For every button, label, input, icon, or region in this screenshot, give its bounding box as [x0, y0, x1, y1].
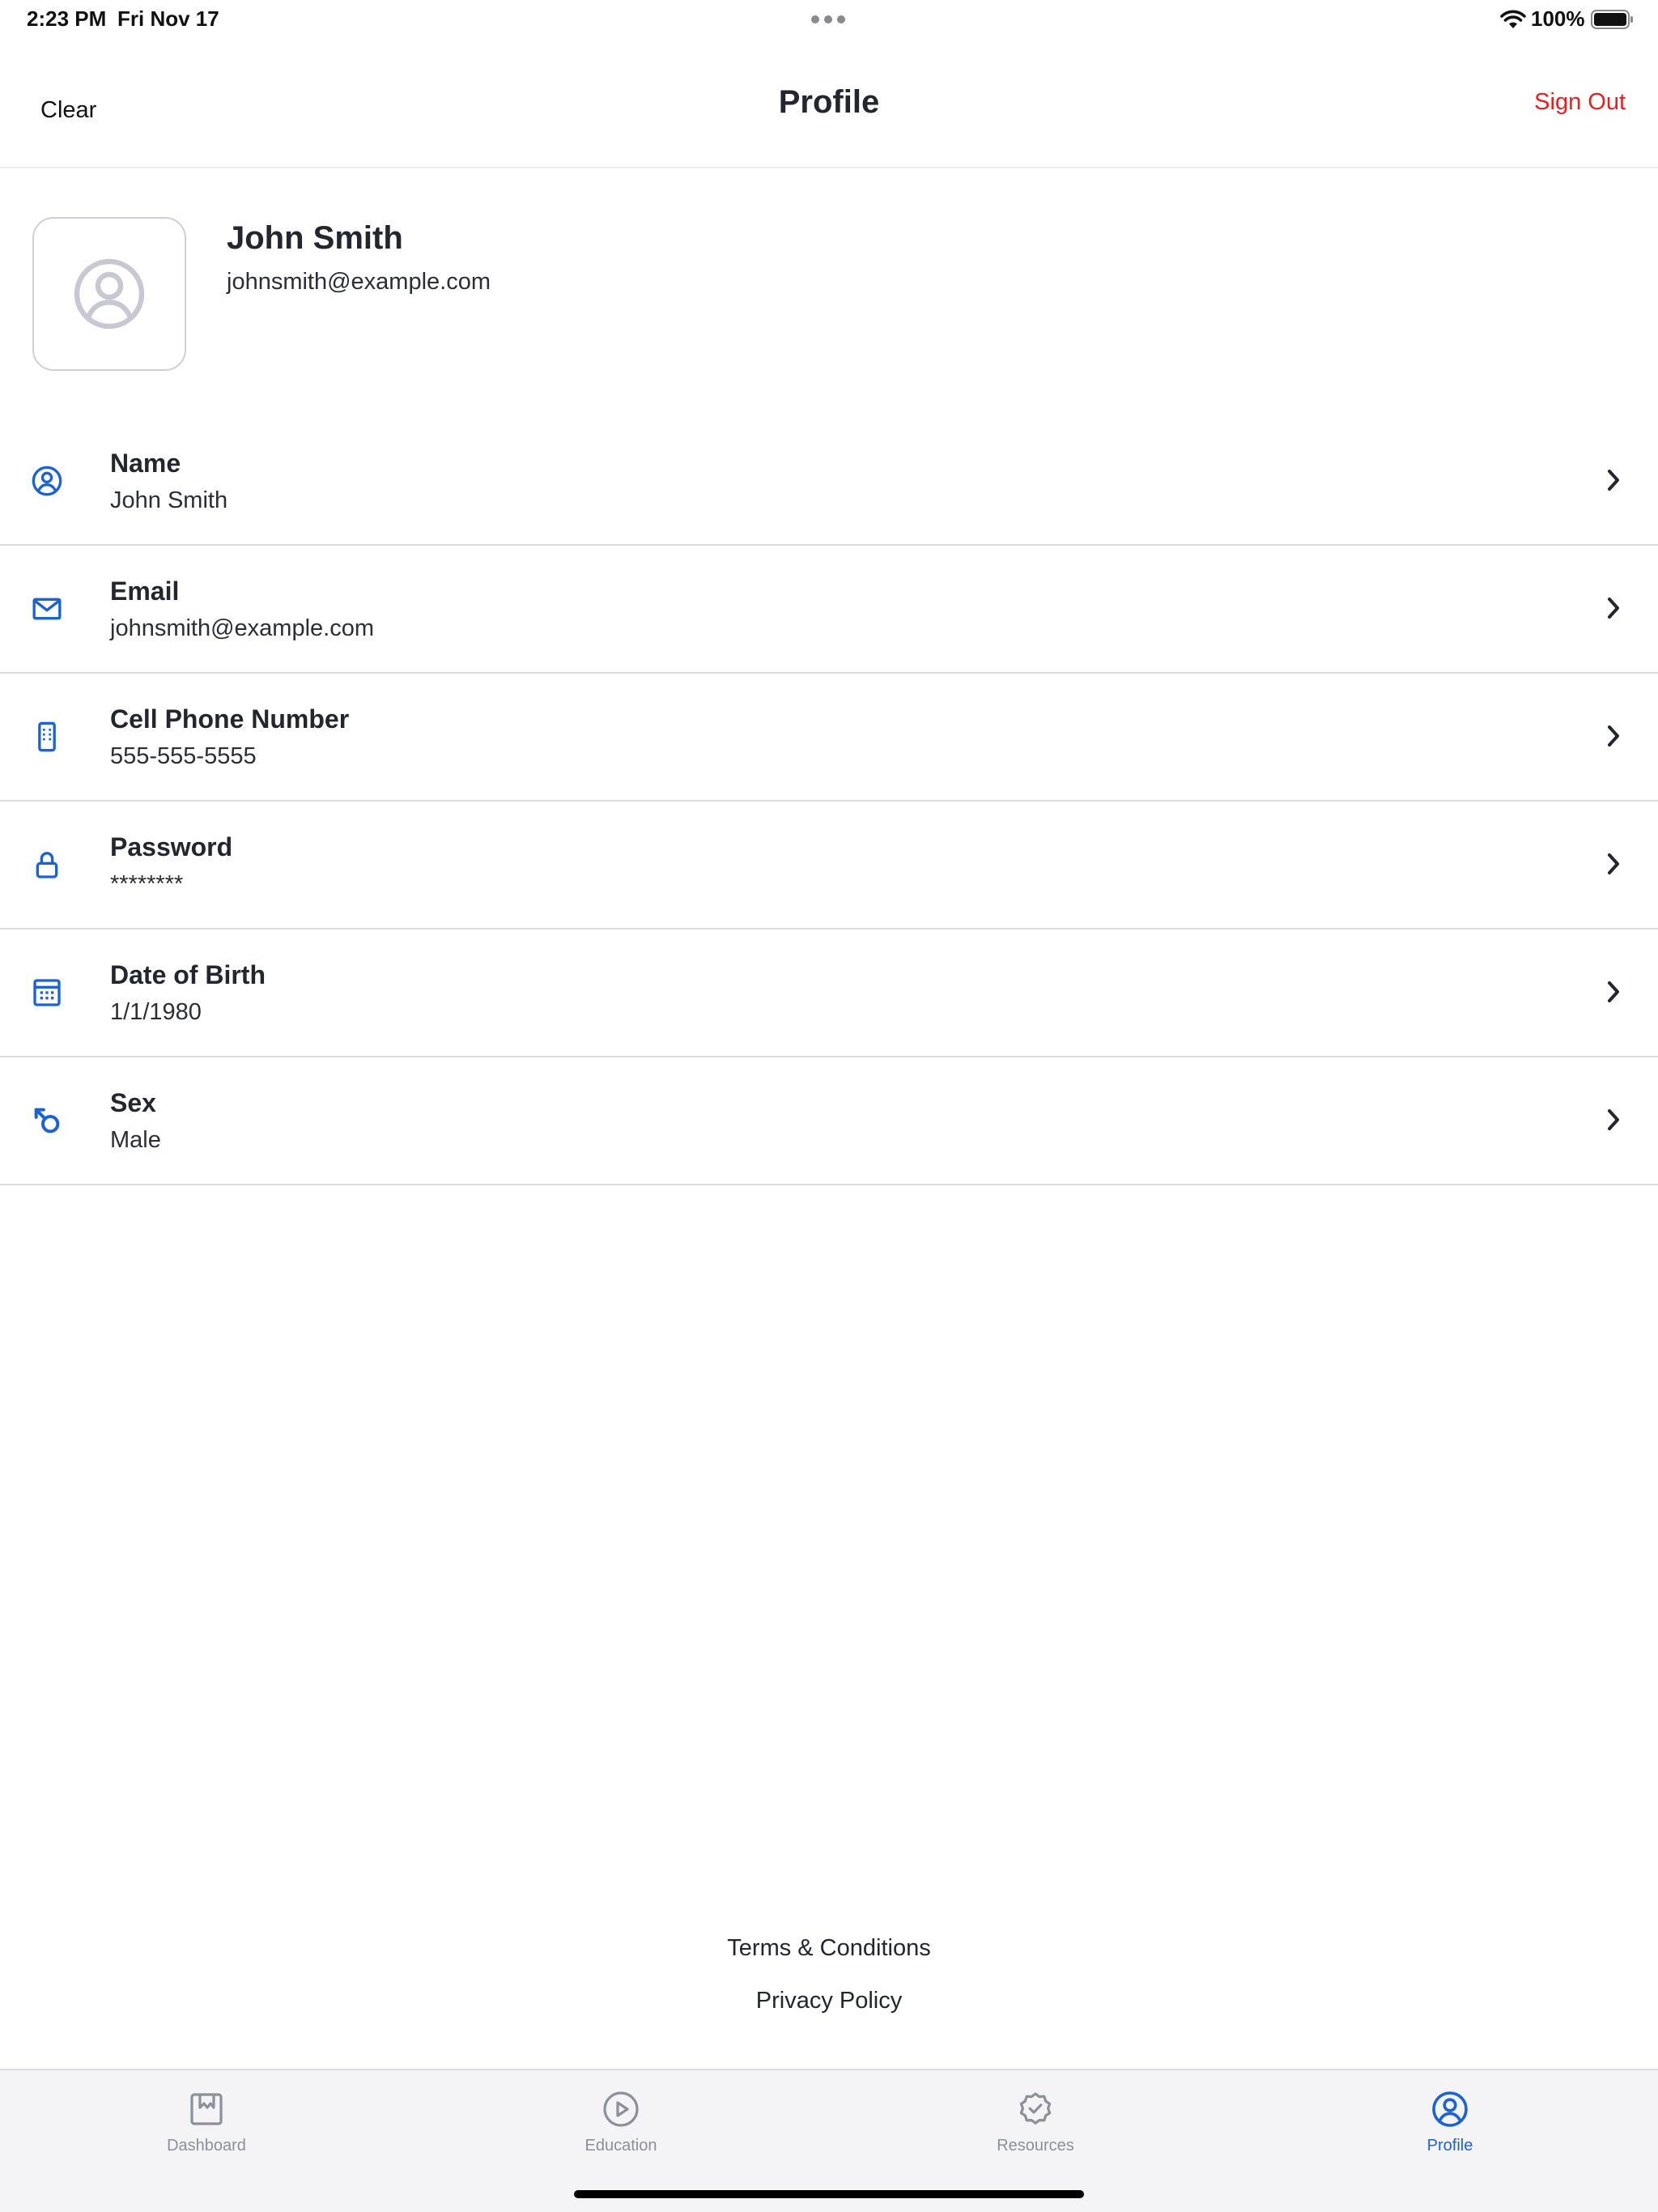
- tab-profile[interactable]: Profile: [1353, 2090, 1547, 2155]
- sex-row[interactable]: Sex Male: [0, 1057, 1658, 1185]
- row-label: Password: [110, 832, 233, 861]
- row-value: ********: [110, 871, 184, 897]
- privacy-link[interactable]: Privacy Policy: [0, 1988, 1658, 2014]
- user-circle-icon: [1432, 2091, 1468, 2127]
- row-value: Male: [110, 1127, 161, 1153]
- date-of-birth-row[interactable]: Date of Birth 1/1/1980: [0, 929, 1658, 1057]
- battery-icon: [1591, 10, 1633, 29]
- tab-label: Education: [585, 2137, 657, 2155]
- tab-label: Profile: [1426, 2137, 1473, 2155]
- user-circle-icon: [31, 465, 63, 497]
- terms-link[interactable]: Terms & Conditions: [0, 1935, 1658, 1962]
- status-bar: 2:23 PM Fri Nov 17 100%: [0, 0, 1658, 39]
- tab-label: Resources: [997, 2137, 1074, 2155]
- row-label: Sex: [110, 1088, 156, 1117]
- phone-icon: [31, 721, 63, 753]
- male-icon: [31, 1104, 63, 1137]
- cell-phone-row[interactable]: Cell Phone Number 555-555-5555: [0, 674, 1658, 802]
- profile-email: johnsmith@example.com: [227, 269, 491, 295]
- lock-icon: [31, 849, 63, 881]
- row-label: Date of Birth: [110, 960, 266, 989]
- chevron-right-icon: [1601, 593, 1626, 623]
- tab-dashboard[interactable]: Dashboard: [109, 2090, 304, 2155]
- badge-check-icon: [1019, 2092, 1052, 2125]
- nav-header: Clear Profile Sign Out: [0, 39, 1658, 168]
- row-value: John Smith: [110, 487, 228, 513]
- calendar-icon: [31, 976, 63, 1009]
- status-date: Fri Nov 17: [117, 6, 219, 31]
- chevron-right-icon: [1601, 849, 1626, 879]
- battery-percentage: 100%: [1531, 6, 1585, 31]
- user-circle-icon: [74, 258, 145, 330]
- row-value: 1/1/1980: [110, 999, 202, 1025]
- chevron-right-icon: [1601, 465, 1626, 496]
- profile-name: John Smith: [227, 220, 403, 256]
- email-row[interactable]: Email johnsmith@example.com: [0, 546, 1658, 674]
- sign-out-button[interactable]: Sign Out: [1534, 89, 1626, 116]
- password-row[interactable]: Password ********: [0, 802, 1658, 929]
- page-title: Profile: [778, 84, 880, 120]
- multitasking-dots-icon[interactable]: [811, 15, 845, 23]
- chevron-right-icon: [1601, 721, 1626, 751]
- row-value: johnsmith@example.com: [110, 615, 375, 641]
- profile-field-list: Name John Smith Email johnsmith@example.…: [0, 418, 1658, 1185]
- tab-label: Dashboard: [167, 2137, 246, 2155]
- row-label: Email: [110, 576, 180, 606]
- chevron-right-icon: [1601, 976, 1626, 1007]
- home-indicator[interactable]: [574, 2190, 1084, 2198]
- name-row[interactable]: Name John Smith: [0, 418, 1658, 546]
- chevron-right-icon: [1601, 1104, 1626, 1135]
- row-label: Name: [110, 449, 181, 478]
- play-circle-icon: [603, 2091, 639, 2127]
- tab-education[interactable]: Education: [524, 2090, 718, 2155]
- row-label: Cell Phone Number: [110, 704, 350, 734]
- row-value: 555-555-5555: [110, 743, 257, 769]
- avatar[interactable]: [32, 217, 186, 371]
- tab-resources[interactable]: Resources: [938, 2090, 1133, 2155]
- mail-icon: [31, 593, 63, 625]
- dashboard-icon: [190, 2093, 223, 2125]
- status-time: 2:23 PM: [27, 6, 107, 31]
- wifi-icon: [1500, 10, 1526, 28]
